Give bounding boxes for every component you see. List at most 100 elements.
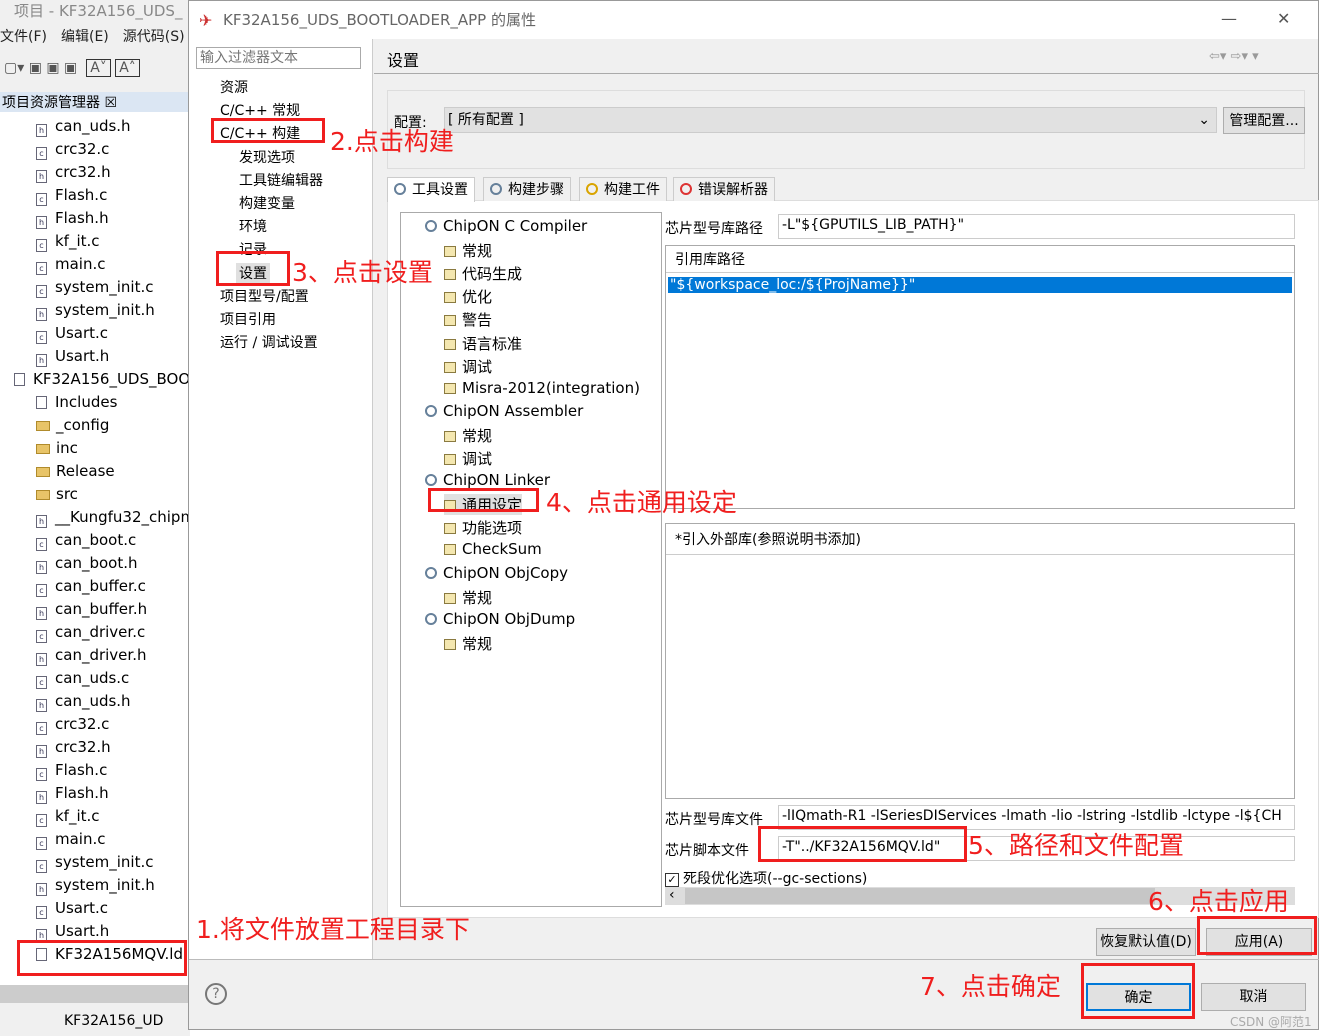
tool-tree-item[interactable]: 常规 <box>444 240 492 261</box>
tree-item[interactable]: c main.c <box>36 253 106 276</box>
tree-item[interactable]: Includes <box>36 391 117 414</box>
c-file-icon: c <box>36 239 47 252</box>
tree-item[interactable]: h can_buffer.h <box>36 598 147 621</box>
tool-tree-item[interactable]: ChipON ObjCopy <box>425 564 568 582</box>
cancel-button[interactable]: 取消 <box>1201 983 1306 1011</box>
menu-item[interactable]: 文件(F) <box>0 29 47 45</box>
tree-item[interactable]: c kf_it.c <box>36 230 100 253</box>
tree-item[interactable]: h can_driver.h <box>36 644 146 667</box>
tree-item[interactable]: inc <box>36 437 78 460</box>
tab-2[interactable]: 构建工件 <box>579 177 667 201</box>
nav-item[interactable]: 构建变量 <box>239 193 295 213</box>
tool-tree-item[interactable]: 调试 <box>444 356 492 377</box>
tree-item-label: can_driver.c <box>55 623 146 641</box>
tree-item[interactable]: h __Kungfu32_chipm <box>36 506 188 529</box>
c-file-icon: c <box>36 768 47 781</box>
nav-item[interactable]: 运行 / 调试设置 <box>220 332 318 352</box>
nav-item[interactable]: 工具链编辑器 <box>239 170 323 190</box>
tool-tree-item[interactable]: 代码生成 <box>444 263 522 284</box>
tree-item[interactable]: c system_init.c <box>36 276 153 299</box>
tree-item[interactable]: Release <box>36 460 115 483</box>
config-select[interactable]: [ 所有配置 ] ⌄ <box>444 107 1217 133</box>
scroll-left-icon[interactable]: ‹ <box>665 887 675 903</box>
menu-item[interactable]: 源代码(S) <box>123 29 185 45</box>
tool-tree-item[interactable]: 常规 <box>444 425 492 446</box>
tree-item[interactable]: h system_init.h <box>36 874 155 897</box>
scroll-thumb[interactable] <box>685 888 1155 904</box>
tool-tree-item[interactable]: CheckSum <box>444 540 542 558</box>
option-category-icon <box>444 269 456 281</box>
tab-label: 构建步骤 <box>508 182 564 198</box>
tool-tree-item[interactable]: ChipON Assembler <box>425 402 583 420</box>
error-parser-icon <box>680 183 692 195</box>
tree-item[interactable]: c kf_it.c <box>36 805 100 828</box>
nav-item[interactable]: 发现选项 <box>239 147 295 167</box>
tree-item-label: can_driver.h <box>55 646 147 664</box>
tree-item[interactable]: c can_driver.c <box>36 621 145 644</box>
tree-item[interactable]: c main.c <box>36 828 106 851</box>
tree-item[interactable]: c can_uds.c <box>36 667 129 690</box>
tool-tree-item[interactable]: 功能选项 <box>444 517 522 538</box>
tool-tree-item[interactable]: 常规 <box>444 587 492 608</box>
tool-tree-item[interactable]: 调试 <box>444 448 492 469</box>
tab-1[interactable]: 构建步骤 <box>483 177 571 201</box>
tool-tree-item[interactable]: ChipON ObjDump <box>425 610 575 628</box>
tree-item[interactable]: h system_init.h <box>36 299 155 322</box>
close-button[interactable]: ✕ <box>1277 9 1290 28</box>
minimize-button[interactable]: — <box>1221 9 1237 28</box>
option-category-icon <box>444 430 456 442</box>
tool-tree-item[interactable]: 优化 <box>444 286 492 307</box>
tree-item[interactable]: c system_init.c <box>36 851 153 874</box>
nav-item[interactable]: 环境 <box>239 216 267 236</box>
option-category-icon <box>444 361 456 373</box>
tab-3[interactable]: 错误解析器 <box>673 177 775 201</box>
filter-input[interactable] <box>196 47 361 69</box>
tool-tree-item[interactable]: ChipON Linker <box>425 471 550 489</box>
tree-item[interactable]: KF32A156_UDS_BOO <box>14 368 188 391</box>
help-icon[interactable]: ? <box>205 983 227 1005</box>
ref-lib-item[interactable]: "${workspace_loc:/${ProjName}}" <box>668 277 1292 293</box>
tree-item[interactable]: h Usart.h <box>36 345 109 368</box>
tree-item[interactable]: c crc32.c <box>36 138 109 161</box>
tree-item[interactable]: src <box>36 483 78 506</box>
tree-item[interactable]: _config <box>36 414 109 437</box>
menu-item[interactable]: 编辑(E) <box>61 29 109 45</box>
tool-tree-item[interactable]: 警告 <box>444 309 492 330</box>
tree-item[interactable]: h crc32.h <box>36 161 111 184</box>
tool-tree-item[interactable]: 语言标准 <box>444 333 522 354</box>
font-decrease-icon[interactable]: A˅ <box>86 59 111 77</box>
history-nav-icons[interactable]: ⇦▾ ⇨▾ ▾ <box>1209 49 1259 64</box>
nav-item[interactable]: 项目引用 <box>220 309 276 329</box>
tree-item[interactable]: c can_boot.c <box>36 529 136 552</box>
font-increase-icon[interactable]: A˄ <box>115 59 140 77</box>
tool-tree-item[interactable]: ChipON C Compiler <box>425 217 587 235</box>
tree-item[interactable]: h Flash.h <box>36 782 109 805</box>
tree-item[interactable]: c can_buffer.c <box>36 575 146 598</box>
tool-tree-item[interactable]: Misra-2012(integration) <box>444 379 640 397</box>
tree-item[interactable]: h can_uds.h <box>36 115 131 138</box>
header-file-icon: h <box>36 699 47 712</box>
nav-item[interactable]: 资源 <box>220 77 248 97</box>
horizontal-scrollbar[interactable] <box>0 985 188 1003</box>
tree-item[interactable]: c Flash.c <box>36 759 107 782</box>
tree-item[interactable]: h can_boot.h <box>36 552 137 575</box>
tree-item[interactable]: h crc32.h <box>36 736 111 759</box>
tab-0[interactable]: 工具设置 <box>387 177 475 202</box>
tree-item-label: crc32.c <box>55 140 110 158</box>
tree-item-label: KF32A156_UDS_BOO <box>33 370 188 388</box>
tree-item[interactable]: c crc32.c <box>36 713 109 736</box>
tree-item-label: Usart.h <box>55 347 110 365</box>
tree-item[interactable]: c Usart.c <box>36 322 108 345</box>
tool-tree-label: 调试 <box>462 450 493 468</box>
lib-path-input[interactable]: -L"${GPUTILS_LIB_PATH}" <box>778 214 1295 239</box>
tool-tree-item[interactable]: 常规 <box>444 633 492 654</box>
manage-config-button[interactable]: 管理配置... <box>1223 107 1305 134</box>
restore-defaults-button[interactable]: 恢复默认值(D) <box>1096 928 1196 956</box>
explorer-tab[interactable]: 项目资源管理器 ☒ <box>0 92 188 112</box>
tree-item[interactable]: c Flash.c <box>36 184 107 207</box>
tree-item[interactable]: h can_uds.h <box>36 690 131 713</box>
tree-item[interactable]: c Usart.c <box>36 897 108 920</box>
gc-sections-checkbox[interactable]: ✓ 死段优化选项(--gc-sections) <box>665 868 867 888</box>
tree-item[interactable]: h Flash.h <box>36 207 109 230</box>
highlight-build <box>211 118 325 143</box>
